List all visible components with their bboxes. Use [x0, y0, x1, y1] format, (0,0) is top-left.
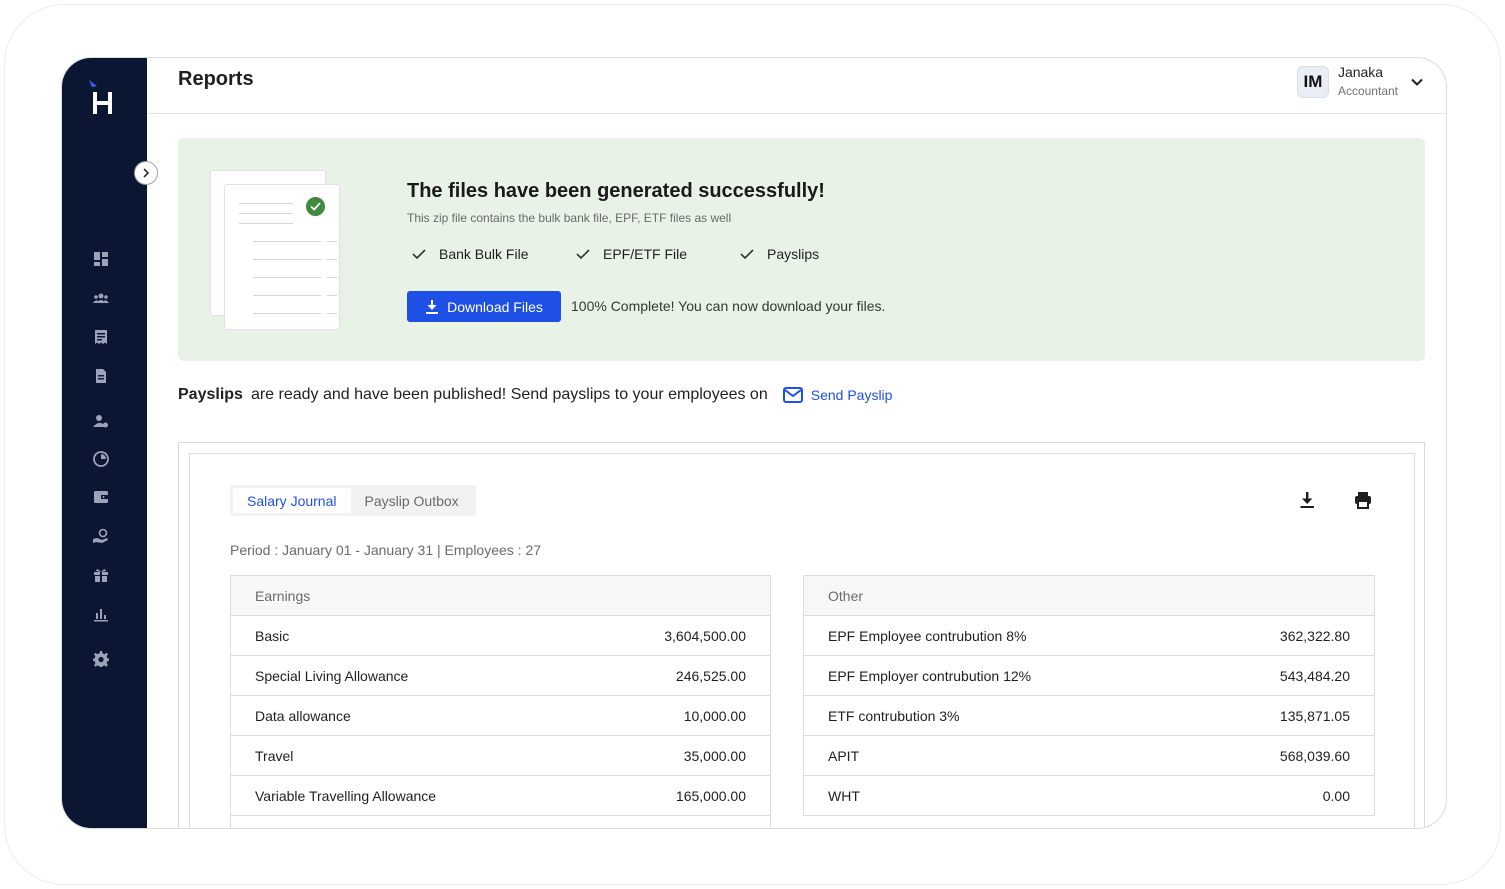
row-value: 0.00: [1322, 787, 1350, 804]
journal-panel: Salary Journal Payslip Outbox Period : J…: [178, 442, 1425, 828]
gift-icon[interactable]: [92, 566, 110, 584]
success-check-icon: [304, 195, 327, 218]
user-info: Janaka Accountant: [1338, 63, 1398, 101]
row-label: Variable Travelling Allowance: [255, 787, 437, 804]
other-header: Other: [804, 576, 1374, 616]
table-row: Variable Travelling Allowance 165,000.00: [231, 776, 770, 816]
document-icon[interactable]: [92, 367, 110, 385]
row-label: Data allowance: [255, 707, 351, 724]
row-label: WHT: [828, 787, 860, 804]
user-menu[interactable]: IM Janaka Accountant: [1296, 63, 1424, 101]
row-value: 543,484.20: [1279, 667, 1350, 684]
row-label: EPF Employee contrubution 8%: [828, 627, 1027, 644]
send-payslip-link[interactable]: Send Payslip: [782, 387, 893, 403]
send-payslip-label: Send Payslip: [810, 387, 893, 403]
payslip-notice: Payslips are ready and have been publish…: [178, 386, 892, 404]
row-value: 10,000.00: [683, 707, 746, 724]
row-value: 568,039.60: [1279, 747, 1350, 764]
tab-salary-journal[interactable]: Salary Journal: [233, 488, 351, 513]
chevron-right-icon: [143, 168, 150, 178]
file-item-label: Payslips: [767, 246, 820, 262]
print-icon[interactable]: [1353, 490, 1373, 510]
brand-logo-icon[interactable]: [88, 80, 122, 120]
app-window: Reports IM Janaka Accountant The files h…: [61, 57, 1447, 829]
other-table: Other EPF Employee contrubution 8% 362,32…: [803, 575, 1375, 816]
file-item-label: EPF/ETF File: [603, 246, 688, 262]
journal-card: Salary Journal Payslip Outbox Period : J…: [189, 453, 1415, 828]
row-label: ETF contrubution 3%: [828, 707, 960, 724]
file-item-label: Bank Bulk File: [439, 246, 529, 262]
gear-icon[interactable]: [92, 650, 110, 668]
row-label: Special Living Allowance: [255, 667, 409, 684]
table-row: WHT 0.00: [804, 776, 1374, 816]
file-item-epf-etf: EPF/ETF File: [575, 246, 687, 262]
download-files-label: Download Files: [447, 298, 543, 315]
table-row: APIT 568,039.60: [804, 736, 1374, 776]
tab-payslip-outbox[interactable]: Payslip Outbox: [351, 488, 473, 513]
download-icon: [426, 299, 439, 314]
avatar: IM: [1296, 66, 1329, 98]
table-row: Special Living Allowance 246,525.00: [231, 656, 770, 696]
page-title: Reports: [178, 68, 254, 90]
success-subtitle: This zip file contains the bulk bank fil…: [407, 211, 732, 225]
journal-tabs: Salary Journal Payslip Outbox: [230, 485, 476, 516]
user-name: Janaka: [1337, 64, 1384, 80]
success-title: The files have been generated successful…: [407, 180, 825, 202]
download-files-button[interactable]: Download Files: [407, 291, 561, 322]
payslip-notice-text: are ready and have been published! Send …: [250, 386, 768, 403]
row-value: 3,604,500.00: [664, 627, 746, 644]
people-icon[interactable]: [92, 289, 110, 307]
row-value: 362,322.80: [1279, 627, 1350, 644]
table-row: EPF Employer contrubution 12% 543,484.20: [804, 656, 1374, 696]
user-settings-icon[interactable]: [92, 412, 110, 430]
success-banner: The files have been generated successful…: [178, 138, 1425, 361]
download-icon[interactable]: [1297, 490, 1317, 510]
table-row: Data allowance 10,000.00: [231, 696, 770, 736]
row-value: 135,871.05: [1279, 707, 1350, 724]
check-icon: [740, 249, 754, 260]
file-item-bank-bulk: Bank Bulk File: [411, 246, 528, 262]
sidebar-expand-button[interactable]: [134, 161, 158, 185]
payslip-notice-bold: Payslips: [178, 386, 243, 403]
top-bar: Reports IM Janaka Accountant: [147, 58, 1446, 114]
chevron-down-icon[interactable]: [1410, 75, 1424, 89]
mail-icon: [782, 387, 803, 403]
table-row: Basic 3,604,500.00: [231, 616, 770, 656]
clock-icon[interactable]: [92, 450, 110, 468]
user-role: Accountant: [1337, 84, 1398, 98]
hand-coin-icon[interactable]: [92, 527, 110, 545]
table-row: Travel 35,000.00: [231, 736, 770, 776]
bar-chart-icon[interactable]: [92, 605, 110, 623]
table-row: ETF contrubution 3% 135,871.05: [804, 696, 1374, 736]
receipt-icon[interactable]: [92, 328, 110, 346]
file-item-payslips: Payslips: [739, 246, 819, 262]
row-label: Travel: [255, 747, 294, 764]
download-status: 100% Complete! You can now download your…: [571, 298, 886, 314]
row-label: APIT: [828, 747, 860, 764]
earnings-header: Earnings: [231, 576, 770, 616]
row-label: Basic: [255, 627, 290, 644]
check-icon: [576, 249, 590, 260]
row-value: 35,000.00: [683, 747, 746, 764]
table-row: EPF Employee contrubution 8% 362,322.80: [804, 616, 1374, 656]
main-content: Reports IM Janaka Accountant The files h…: [147, 58, 1446, 828]
row-value: 246,525.00: [675, 667, 746, 684]
wallet-icon[interactable]: [92, 488, 110, 506]
table-row: [231, 816, 770, 828]
earnings-table: Earnings Basic 3,604,500.00 Special Livin…: [230, 575, 771, 828]
row-label: EPF Employer contrubution 12%: [828, 667, 1032, 684]
row-value: 165,000.00: [675, 787, 746, 804]
check-icon: [412, 249, 426, 260]
period-info: Period : January 01 - January 31 | Emplo…: [230, 542, 542, 558]
dashboard-icon[interactable]: [92, 250, 110, 268]
